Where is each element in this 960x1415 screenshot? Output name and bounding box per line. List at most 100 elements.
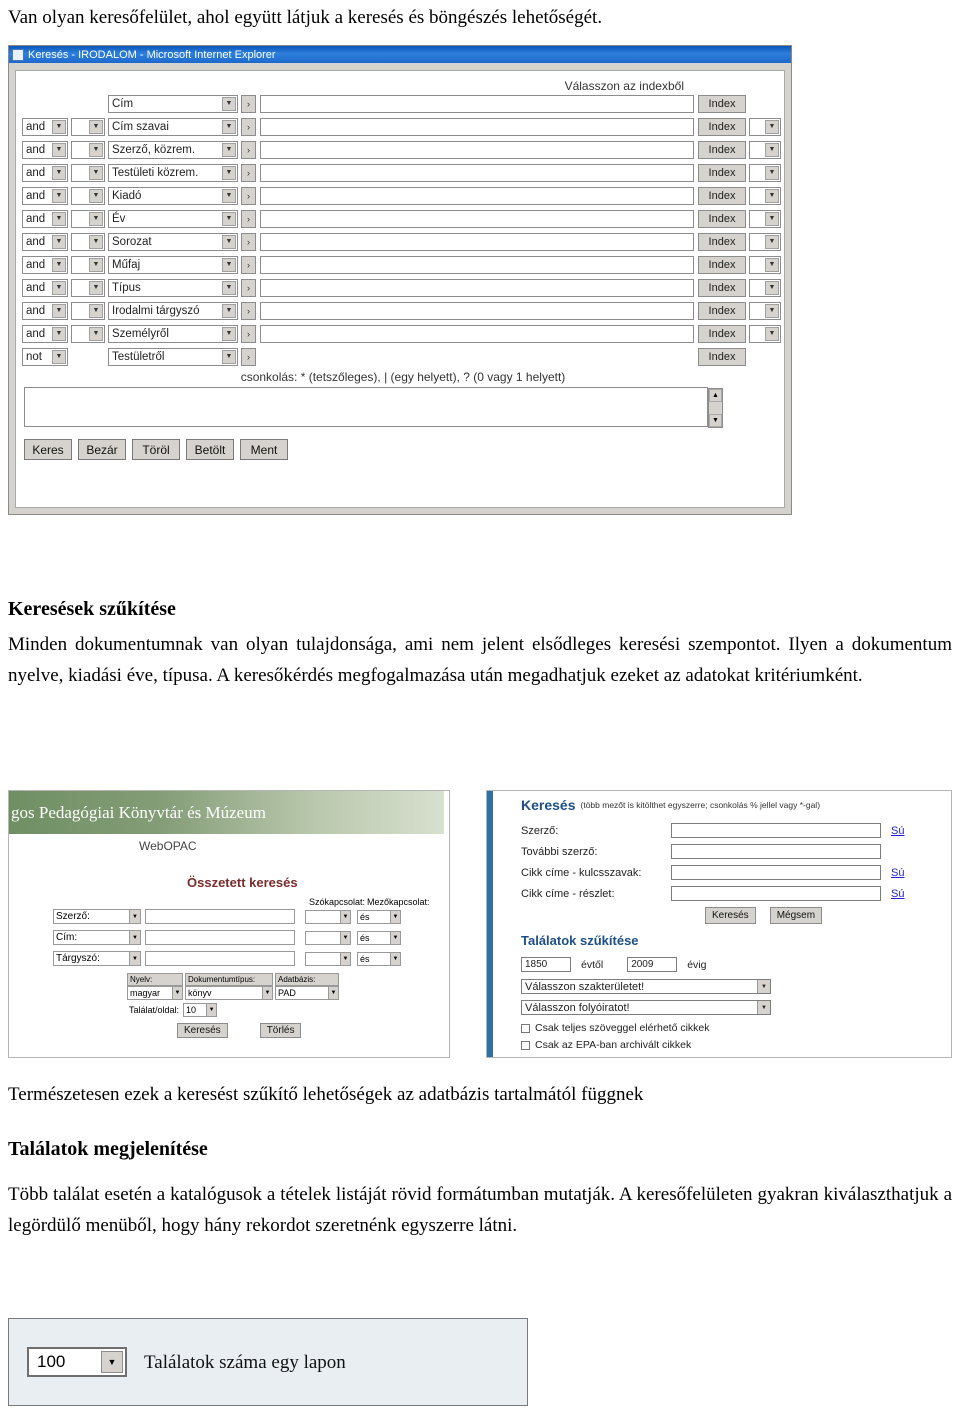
journal-select[interactable]: Válasszon folyóiratot! ▼ (521, 1000, 771, 1015)
index-button[interactable]: Index (698, 347, 746, 366)
bool-select[interactable]: and ▼ (22, 278, 68, 297)
clear-button[interactable]: Töröl (132, 439, 180, 460)
clear-button[interactable]: Törlés (259, 1023, 302, 1038)
bool-select[interactable]: and ▼ (22, 301, 68, 320)
search-button[interactable]: Keres (24, 439, 72, 460)
query-preview-textarea[interactable]: ▲ ▼ (24, 387, 723, 428)
extra-select[interactable]: ▼ (749, 301, 781, 320)
fulltext-checkbox[interactable] (521, 1023, 530, 1033)
bool-select[interactable]: and ▼ (22, 140, 68, 159)
index-button[interactable]: Index (698, 209, 746, 228)
index-button[interactable]: Index (698, 94, 746, 113)
scrollbar[interactable]: ▲ ▼ (708, 388, 723, 428)
bool-select[interactable]: not ▼ (22, 347, 68, 366)
search-input-author[interactable] (145, 909, 295, 924)
search-term-input[interactable] (260, 163, 694, 182)
modifier-select[interactable]: ▼ (71, 209, 105, 228)
subject-select[interactable]: Válasszon szakterületet! ▼ (521, 979, 771, 994)
search-term-input[interactable] (260, 232, 694, 251)
search-term-input[interactable] (260, 278, 694, 297)
scroll-up-icon[interactable]: ▲ (709, 389, 722, 402)
expand-button[interactable]: › (241, 140, 256, 159)
expand-button[interactable]: › (241, 347, 256, 366)
bool-select[interactable]: and ▼ (22, 186, 68, 205)
year-from-input[interactable]: 1850 (521, 957, 571, 972)
modifier-select[interactable]: ▼ (71, 117, 105, 136)
index-button[interactable]: Index (698, 140, 746, 159)
bool-select[interactable]: and ▼ (22, 324, 68, 343)
help-link-title-part[interactable]: Sú (891, 888, 904, 900)
field-select[interactable]: Testületi közrem. ▼ (108, 163, 238, 182)
expand-button[interactable]: › (241, 232, 256, 251)
modifier-select[interactable]: ▼ (71, 255, 105, 274)
field-select[interactable]: Testületről ▼ (108, 347, 238, 366)
expand-button[interactable]: › (241, 186, 256, 205)
extra-select[interactable]: ▼ (749, 232, 781, 251)
expand-button[interactable]: › (241, 324, 256, 343)
expand-button[interactable]: › (241, 278, 256, 297)
bool-select[interactable]: and ▼ (22, 232, 68, 251)
close-button[interactable]: Bezár (78, 439, 126, 460)
search-term-input[interactable] (260, 117, 694, 136)
search-button[interactable]: Keresés (177, 1023, 228, 1038)
expand-button[interactable]: › (241, 163, 256, 182)
scroll-down-icon[interactable]: ▼ (709, 414, 722, 427)
extra-select[interactable]: ▼ (749, 140, 781, 159)
search-term-input[interactable] (260, 255, 694, 274)
field-select[interactable]: Cím szavai ▼ (108, 117, 238, 136)
search-term-input[interactable] (260, 140, 694, 159)
field-select[interactable]: Műfaj ▼ (108, 255, 238, 274)
modifier-select[interactable]: ▼ (71, 163, 105, 182)
doctype-limiter-select[interactable]: könyv ▼ (185, 986, 273, 1000)
index-button[interactable]: Index (698, 117, 746, 136)
search-input-subject[interactable] (145, 951, 295, 966)
extra-select[interactable]: ▼ (749, 186, 781, 205)
coauthor-input[interactable] (671, 844, 881, 859)
search-input-title[interactable] (145, 930, 295, 945)
search-term-input[interactable] (260, 209, 694, 228)
modifier-select[interactable]: ▼ (71, 186, 105, 205)
fulltext-checkbox-row[interactable]: Csak teljes szöveggel elérhető cikkek (521, 1022, 710, 1034)
bool-select[interactable]: and ▼ (22, 209, 68, 228)
extra-select[interactable]: ▼ (749, 255, 781, 274)
language-limiter-select[interactable]: magyar ▼ (127, 986, 183, 1000)
search-term-input[interactable] (260, 324, 694, 343)
extra-select[interactable]: ▼ (749, 117, 781, 136)
expand-button[interactable]: › (241, 255, 256, 274)
index-button[interactable]: Index (698, 324, 746, 343)
load-button[interactable]: Betölt (186, 439, 234, 460)
field-select[interactable]: Sorozat ▼ (108, 232, 238, 251)
index-button[interactable]: Index (698, 278, 746, 297)
modifier-select[interactable]: ▼ (71, 278, 105, 297)
expand-button[interactable]: › (241, 117, 256, 136)
field-relation-select-2[interactable]: és ▼ (357, 930, 401, 945)
bool-select[interactable]: and ▼ (22, 117, 68, 136)
search-term-input[interactable] (260, 186, 694, 205)
field-select-subject[interactable]: Tárgyszó: ▼ (53, 951, 141, 966)
word-relation-select-3[interactable]: ▼ (305, 951, 351, 966)
results-per-page-select[interactable]: 100 ▼ (27, 1347, 127, 1377)
word-relation-select-1[interactable]: ▼ (305, 909, 351, 924)
field-select[interactable]: Típus ▼ (108, 278, 238, 297)
field-select[interactable]: Irodalmi tárgyszó ▼ (108, 301, 238, 320)
expand-button[interactable]: › (241, 94, 256, 113)
author-input[interactable] (671, 823, 881, 838)
extra-select[interactable]: ▼ (749, 163, 781, 182)
index-button[interactable]: Index (698, 232, 746, 251)
search-term-input[interactable] (260, 94, 694, 113)
modifier-select[interactable]: ▼ (71, 232, 105, 251)
keywords-input[interactable] (671, 865, 881, 880)
epa-checkbox-row[interactable]: Csak az EPA-ban archivált cikkek (521, 1039, 691, 1051)
search-button[interactable]: Keresés (705, 907, 756, 924)
index-button[interactable]: Index (698, 163, 746, 182)
expand-button[interactable]: › (241, 301, 256, 320)
save-button[interactable]: Ment (240, 439, 288, 460)
extra-select[interactable]: ▼ (749, 209, 781, 228)
search-term-input[interactable] (260, 301, 694, 320)
extra-select[interactable]: ▼ (749, 278, 781, 297)
field-relation-select-1[interactable]: és ▼ (357, 909, 401, 924)
cancel-button[interactable]: Mégsem (769, 907, 823, 924)
field-relation-select-3[interactable]: és ▼ (357, 951, 401, 966)
expand-button[interactable]: › (241, 209, 256, 228)
epa-checkbox[interactable] (521, 1040, 530, 1050)
